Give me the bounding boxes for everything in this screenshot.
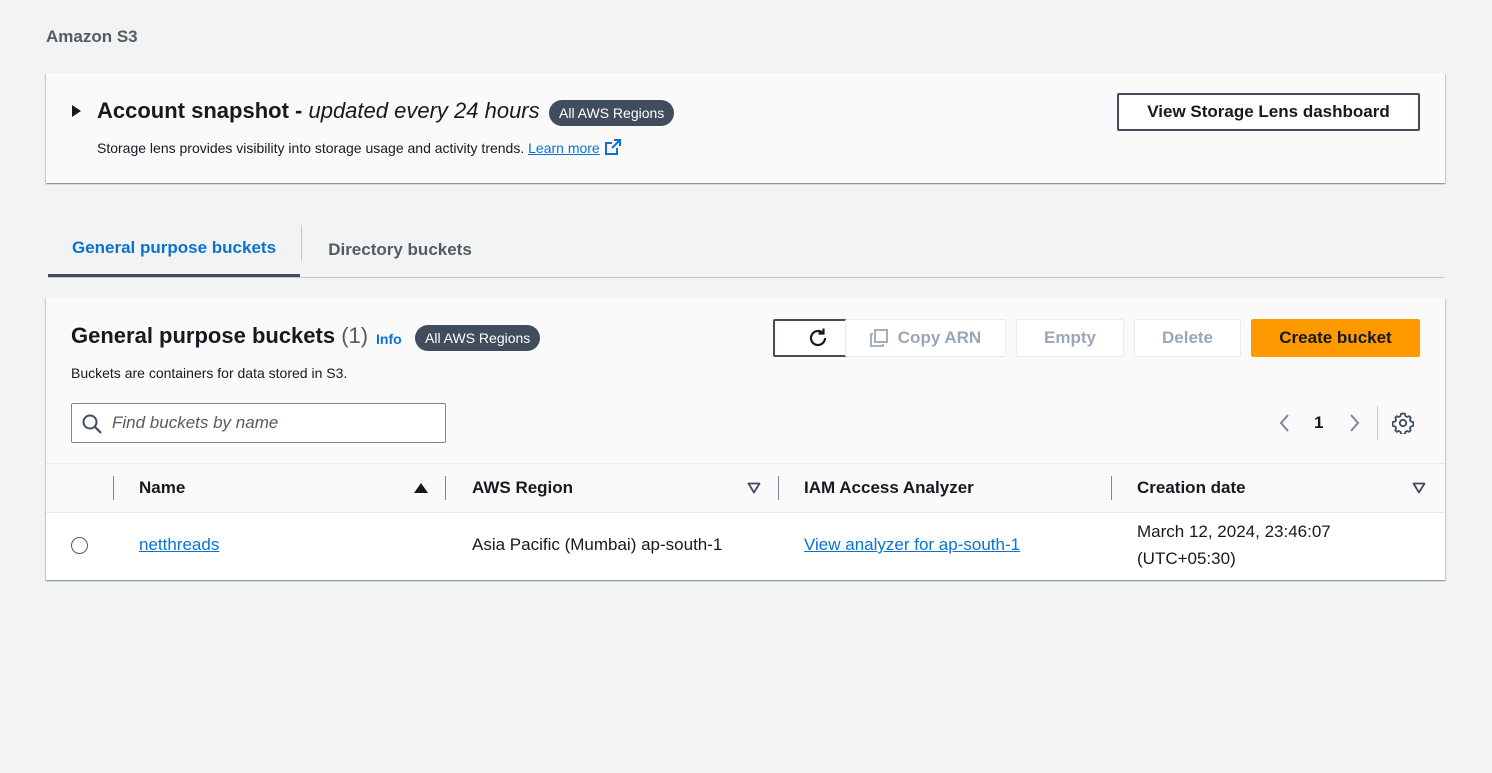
panel-title-text: General purpose buckets (71, 323, 336, 348)
row-select-radio[interactable] (71, 537, 88, 554)
pager-divider (1377, 406, 1378, 440)
snapshot-title-suffix: updated every 24 hours (308, 98, 540, 123)
bucket-count: (1) (341, 323, 369, 348)
column-divider (113, 476, 114, 500)
copy-arn-label: Copy ARN (897, 328, 982, 347)
chevron-left-icon[interactable] (1277, 412, 1293, 434)
view-analyzer-link[interactable]: View analyzer for ap-south-1 (804, 535, 1020, 555)
create-bucket-button[interactable]: Create bucket (1251, 319, 1420, 357)
bucket-name-link[interactable]: netthreads (139, 535, 219, 555)
delete-button[interactable]: Delete (1134, 319, 1241, 357)
column-header-analyzer: IAM Access Analyzer (804, 478, 974, 497)
search-icon (82, 414, 102, 434)
gear-icon[interactable] (1392, 412, 1414, 434)
copy-icon (869, 329, 888, 347)
view-storage-lens-button[interactable]: View Storage Lens dashboard (1117, 93, 1420, 131)
creation-date-line2: (UTC+05:30) (1137, 549, 1236, 568)
chevron-right-icon[interactable] (1346, 412, 1362, 434)
panel-description: Buckets are containers for data stored i… (71, 365, 348, 381)
bucket-tabs: General purpose buckets Directory bucket… (48, 222, 1445, 278)
snapshot-title-text: Account snapshot - (97, 98, 303, 123)
empty-button[interactable]: Empty (1016, 319, 1124, 357)
search-input[interactable] (112, 411, 432, 435)
tab-general-purpose[interactable]: General purpose buckets (48, 222, 300, 277)
sort-descending-icon[interactable] (1412, 482, 1426, 494)
panel-title: General purpose buckets (1) (71, 323, 368, 349)
external-link-icon (604, 139, 621, 155)
creation-date-line1: March 12, 2024, 23:46:07 (1137, 522, 1331, 541)
panel-regions-badge: All AWS Regions (415, 325, 541, 351)
tab-directory[interactable]: Directory buckets (302, 222, 498, 277)
page-number[interactable]: 1 (1314, 413, 1323, 433)
column-divider[interactable] (445, 476, 446, 500)
column-divider[interactable] (778, 476, 779, 500)
column-header-name[interactable]: Name (139, 478, 185, 498)
snapshot-description-text: Storage lens provides visibility into st… (97, 140, 525, 156)
column-divider[interactable] (1111, 476, 1112, 500)
snapshot-description: Storage lens provides visibility into st… (97, 138, 622, 156)
table-header: Name AWS Region IAM Access Analyzer Crea… (46, 463, 1445, 513)
column-header-region[interactable]: AWS Region (472, 478, 573, 498)
info-link[interactable]: Info (376, 331, 402, 347)
account-snapshot-panel: Account snapshot - updated every 24 hour… (46, 73, 1445, 183)
creation-date: March 12, 2024, 23:46:07 (UTC+05:30) (1137, 518, 1331, 572)
snapshot-title[interactable]: Account snapshot - updated every 24 hour… (97, 98, 540, 124)
table-row: netthreads Asia Pacific (Mumbai) ap-sout… (46, 513, 1445, 580)
refresh-icon (809, 328, 827, 347)
bucket-region: Asia Pacific (Mumbai) ap-south-1 (472, 535, 723, 554)
search-box (71, 403, 446, 443)
buckets-panel: General purpose buckets (1) Info All AWS… (46, 298, 1445, 580)
expand-caret-icon[interactable] (72, 105, 81, 117)
sort-ascending-icon[interactable] (414, 483, 428, 493)
breadcrumb: Amazon S3 (46, 27, 138, 46)
column-header-creation-date[interactable]: Creation date (1137, 478, 1246, 498)
sort-descending-icon[interactable] (747, 482, 761, 494)
regions-badge: All AWS Regions (549, 100, 675, 126)
learn-more-link[interactable]: Learn more (528, 140, 600, 156)
copy-arn-button[interactable]: Copy ARN (845, 319, 1006, 357)
